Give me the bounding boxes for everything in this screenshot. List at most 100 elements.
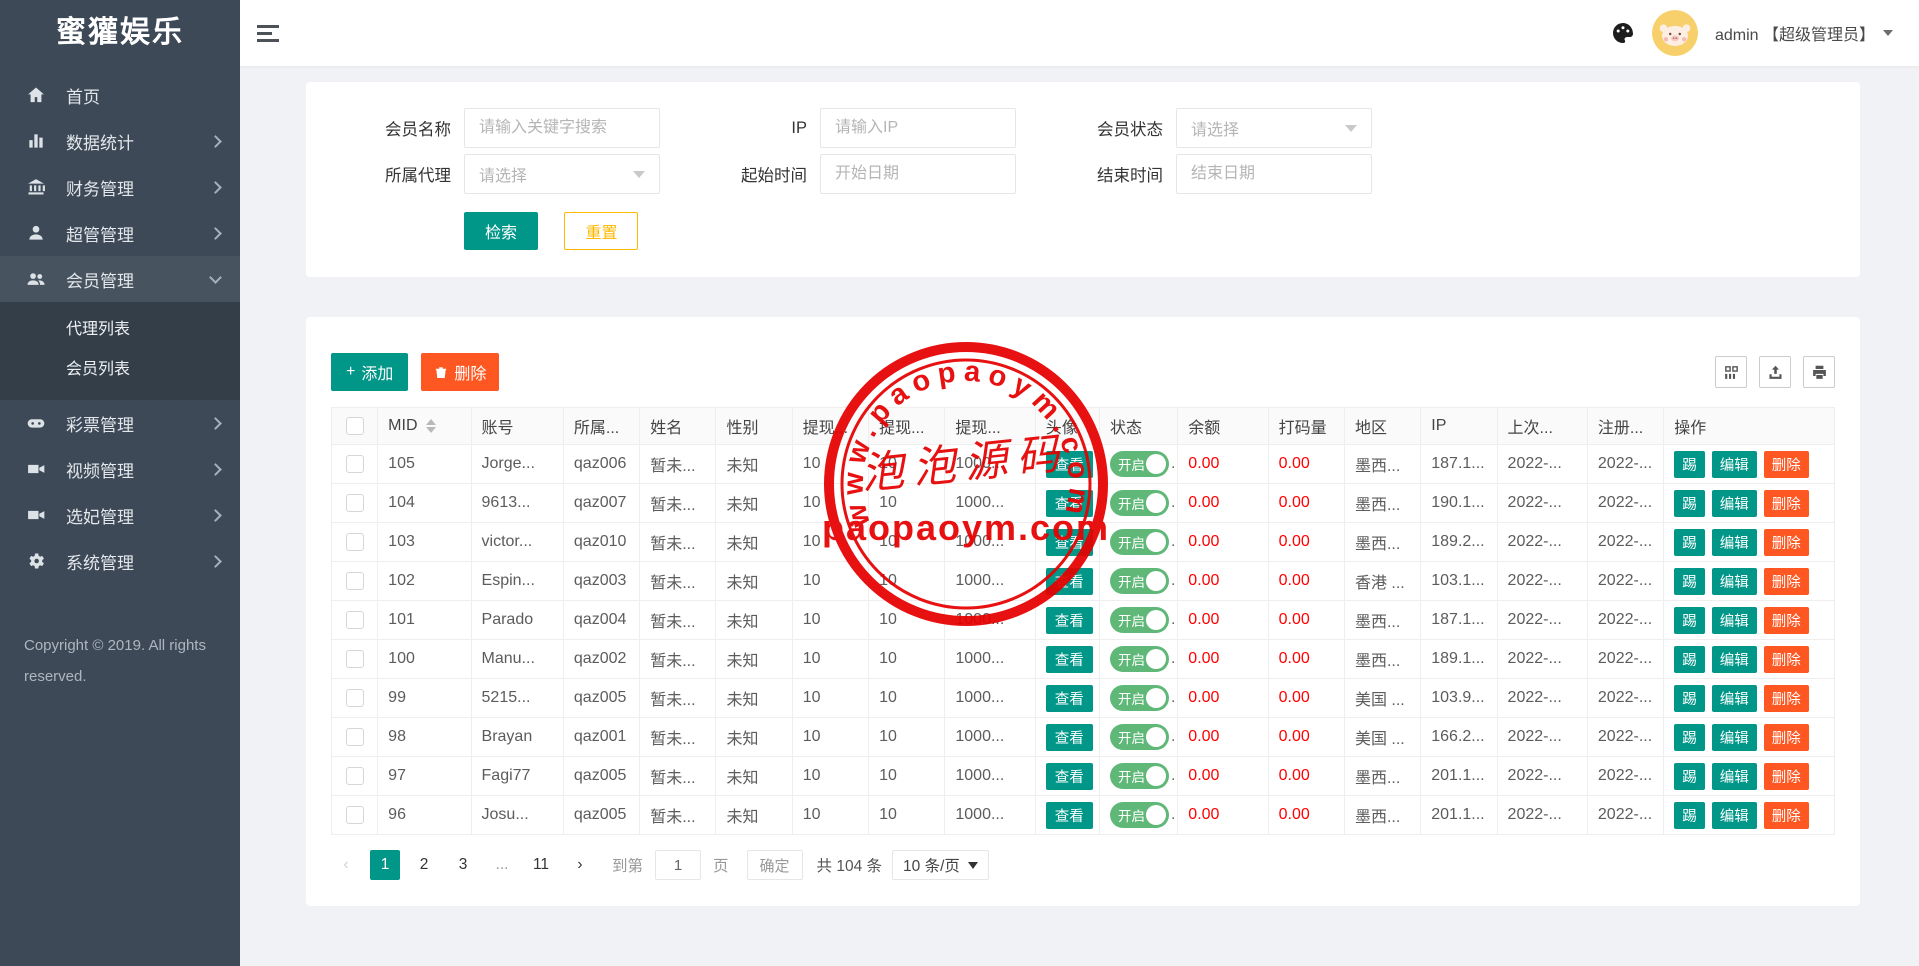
status-toggle[interactable]: 开启 (1109, 724, 1169, 750)
page-button[interactable]: 1 (370, 850, 400, 880)
sidebar-item-finance[interactable]: 财务管理 (0, 164, 240, 210)
kick-button[interactable]: 踢 (1674, 684, 1705, 712)
page-button[interactable]: 3 (448, 850, 478, 880)
edit-button[interactable]: 编辑 (1711, 762, 1757, 790)
member-name-input[interactable] (464, 108, 660, 148)
view-button[interactable]: 查看 (1045, 684, 1093, 712)
export-button[interactable] (1759, 356, 1791, 388)
kick-button[interactable]: 踢 (1674, 801, 1705, 829)
member-status-select[interactable]: 请选择 (1176, 108, 1372, 148)
edit-button[interactable]: 编辑 (1711, 645, 1757, 673)
goto-page-input[interactable] (655, 850, 702, 880)
page-button[interactable]: 2 (409, 850, 439, 880)
edit-button[interactable]: 编辑 (1711, 723, 1757, 751)
status-toggle[interactable]: 开启 (1109, 529, 1169, 555)
row-checkbox[interactable] (345, 806, 364, 824)
status-toggle[interactable]: 开启 (1109, 451, 1169, 477)
delete-button[interactable]: 删除 (1763, 450, 1809, 478)
select-all-checkbox[interactable] (345, 417, 364, 435)
delete-button[interactable]: 删除 (1763, 567, 1809, 595)
sidebar-item-members[interactable]: 会员管理 (0, 256, 240, 302)
status-toggle[interactable]: 开启 (1109, 568, 1169, 594)
status-toggle[interactable]: 开启 (1109, 685, 1169, 711)
admin-dropdown[interactable]: admin 【超级管理员】 (1715, 21, 1893, 45)
view-button[interactable]: 查看 (1045, 450, 1093, 478)
sidebar-item-agent-list[interactable]: 代理列表 (0, 310, 240, 350)
edit-button[interactable]: 编辑 (1711, 489, 1757, 517)
batch-delete-button[interactable]: 删除 (421, 353, 500, 391)
add-button[interactable]: + 添加 (331, 353, 409, 391)
page-button[interactable]: 11 (526, 850, 556, 880)
delete-button[interactable]: 删除 (1763, 645, 1809, 673)
delete-button[interactable]: 删除 (1763, 801, 1809, 829)
sort-icon[interactable] (425, 418, 436, 433)
goto-confirm-button[interactable]: 确定 (746, 850, 803, 880)
view-button[interactable]: 查看 (1045, 762, 1093, 790)
view-button[interactable]: 查看 (1045, 801, 1093, 829)
edit-button[interactable]: 编辑 (1711, 450, 1757, 478)
row-checkbox[interactable] (345, 650, 364, 668)
view-button[interactable]: 查看 (1045, 645, 1093, 673)
edit-button[interactable]: 编辑 (1711, 606, 1757, 634)
end-date-input[interactable] (1176, 154, 1372, 194)
delete-button[interactable]: 删除 (1763, 489, 1809, 517)
delete-button[interactable]: 删除 (1763, 762, 1809, 790)
theme-palette-icon[interactable] (1611, 21, 1635, 45)
kick-button[interactable]: 踢 (1674, 567, 1705, 595)
row-checkbox[interactable] (345, 572, 364, 590)
per-page-select[interactable]: 10 条/页 (892, 850, 989, 880)
row-checkbox[interactable] (345, 533, 364, 551)
columns-filter-button[interactable] (1715, 356, 1747, 388)
print-button[interactable] (1803, 356, 1835, 388)
sidebar-item-video[interactable]: 视频管理 (0, 446, 240, 492)
kick-button[interactable]: 踢 (1674, 723, 1705, 751)
agent-select[interactable]: 请选择 (464, 154, 660, 194)
sidebar-item-system[interactable]: 系统管理 (0, 538, 240, 584)
sidebar-item-home[interactable]: 首页 (0, 72, 240, 118)
view-button[interactable]: 查看 (1045, 528, 1093, 556)
delete-button[interactable]: 删除 (1763, 606, 1809, 634)
delete-button[interactable]: 删除 (1763, 723, 1809, 751)
sidebar-item-superadmin[interactable]: 超管管理 (0, 210, 240, 256)
sidebar-item-member-list[interactable]: 会员列表 (0, 350, 240, 390)
delete-button[interactable]: 删除 (1763, 684, 1809, 712)
sidebar-item-statistics[interactable]: 数据统计 (0, 118, 240, 164)
kick-button[interactable]: 踢 (1674, 528, 1705, 556)
edit-button[interactable]: 编辑 (1711, 528, 1757, 556)
kick-button[interactable]: 踢 (1674, 450, 1705, 478)
row-checkbox[interactable] (345, 611, 364, 629)
view-button[interactable]: 查看 (1045, 606, 1093, 634)
menu-toggle-icon[interactable] (257, 21, 281, 46)
row-checkbox[interactable] (345, 728, 364, 746)
kick-button[interactable]: 踢 (1674, 762, 1705, 790)
view-button[interactable]: 查看 (1045, 723, 1093, 751)
search-button[interactable]: 检索 (464, 212, 538, 250)
status-toggle[interactable]: 开启 (1109, 802, 1169, 828)
status-toggle[interactable]: 开启 (1109, 763, 1169, 789)
edit-button[interactable]: 编辑 (1711, 801, 1757, 829)
row-checkbox[interactable] (345, 767, 364, 785)
view-button[interactable]: 查看 (1045, 489, 1093, 517)
edit-button[interactable]: 编辑 (1711, 684, 1757, 712)
avatar[interactable] (1651, 10, 1698, 56)
row-checkbox[interactable] (345, 689, 364, 707)
prev-page-button[interactable]: ‹ (331, 850, 361, 880)
status-toggle[interactable]: 开启 (1109, 646, 1169, 672)
kick-button[interactable]: 踢 (1674, 489, 1705, 517)
row-checkbox[interactable] (345, 494, 364, 512)
search-panel: 会员名称 IP 会员状态 请选择 所属代理 请选择 (306, 82, 1860, 277)
next-page-button[interactable]: › (565, 850, 595, 880)
edit-button[interactable]: 编辑 (1711, 567, 1757, 595)
status-toggle[interactable]: 开启 (1109, 607, 1169, 633)
row-checkbox[interactable] (345, 455, 364, 473)
kick-button[interactable]: 踢 (1674, 645, 1705, 673)
kick-button[interactable]: 踢 (1674, 606, 1705, 634)
view-button[interactable]: 查看 (1045, 567, 1093, 595)
sidebar-item-xuanfei[interactable]: 选妃管理 (0, 492, 240, 538)
ip-input[interactable] (820, 108, 1016, 148)
start-date-input[interactable] (820, 154, 1016, 194)
delete-button[interactable]: 删除 (1763, 528, 1809, 556)
status-toggle[interactable]: 开启 (1109, 490, 1169, 516)
sidebar-item-lottery[interactable]: 彩票管理 (0, 400, 240, 446)
reset-button[interactable]: 重置 (564, 212, 639, 250)
